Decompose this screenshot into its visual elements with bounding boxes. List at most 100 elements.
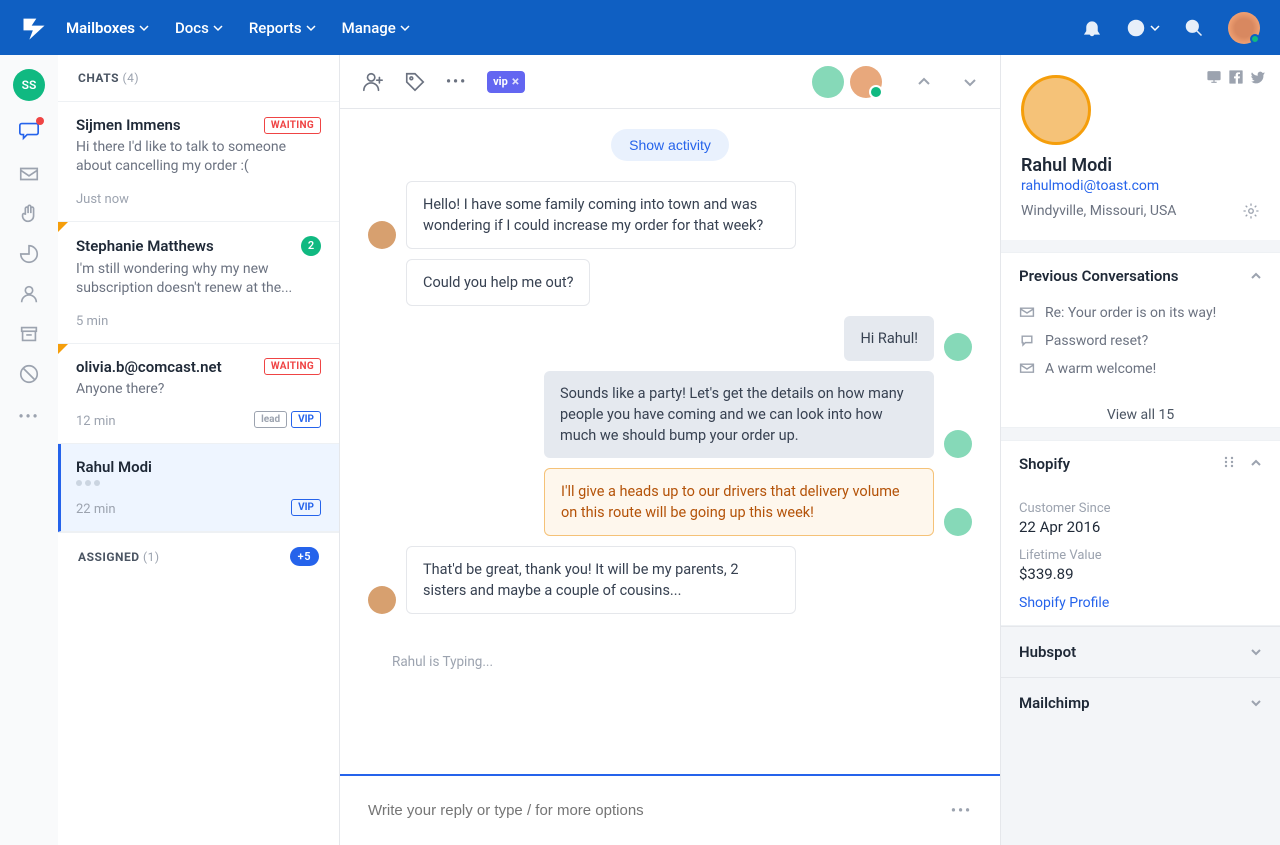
nav-item-docs[interactable]: Docs — [175, 19, 223, 37]
drag-handle-icon[interactable] — [1222, 455, 1236, 469]
chat-list-item[interactable]: olivia.b@comcast.net WAITING Anyone ther… — [58, 344, 339, 445]
hand-icon[interactable] — [18, 203, 40, 225]
chat-item-time: 12 min — [76, 414, 116, 429]
shopify-profile-link[interactable]: Shopify Profile — [1019, 595, 1262, 611]
chat-item-name: olivia.b@comcast.net — [76, 358, 222, 376]
blocked-icon[interactable] — [18, 363, 40, 385]
show-activity-button[interactable]: Show activity — [611, 129, 729, 161]
search-icon[interactable] — [1184, 18, 1204, 38]
message-bubble-agent: Sounds like a party! Let's get the detai… — [544, 371, 934, 458]
conversation-panel: ••• vip× Show activity Hello! I have som… — [340, 55, 1000, 845]
assigned-header[interactable]: ASSIGNED (1) +5 — [58, 532, 339, 580]
tag-vip: VIP — [291, 499, 321, 516]
chat-list-item[interactable]: Stephanie Matthews 2 I'm still wondering… — [58, 222, 339, 344]
mailchimp-section-header[interactable]: Mailchimp — [1001, 677, 1280, 728]
rail-more-icon[interactable]: ••• — [18, 409, 39, 425]
waiting-badge: WAITING — [264, 358, 321, 375]
prev-conversation-item[interactable]: Re: Your order is on its way! — [1019, 299, 1262, 327]
chevron-up-icon — [1250, 270, 1262, 282]
tag-lead: lead — [254, 411, 287, 428]
chevron-down-icon — [139, 23, 149, 33]
workspace-avatar[interactable]: SS — [13, 69, 45, 101]
reply-input[interactable] — [368, 802, 951, 819]
chat-list-item[interactable]: Rahul Modi 22 min VIP — [58, 444, 339, 532]
message-row: Could you help me out? — [368, 259, 972, 306]
nav-item-manage[interactable]: Manage — [342, 19, 410, 37]
prev-conversation-item[interactable]: Password reset? — [1019, 327, 1262, 355]
shopify-header[interactable]: Shopify — [1001, 441, 1280, 487]
assigned-more-badge[interactable]: +5 — [290, 547, 319, 566]
chat-item-time: Just now — [76, 192, 129, 207]
participant-avatar[interactable] — [812, 66, 844, 98]
chat-preview: I'm still wondering why my new subscript… — [76, 260, 321, 298]
customer-since-label: Customer Since — [1019, 501, 1262, 516]
message-bubble-customer: Hello! I have some family coming into to… — [406, 181, 796, 249]
customer-since-value: 22 Apr 2016 — [1019, 518, 1262, 536]
customer-profile-card: Rahul Modi rahulmodi@toast.com Windyvill… — [1001, 55, 1280, 240]
facebook-icon[interactable] — [1228, 69, 1244, 85]
customer-location: Windyville, Missouri, USA — [1021, 203, 1176, 219]
lifetime-value-label: Lifetime Value — [1019, 548, 1262, 563]
agent-avatar-icon — [944, 430, 972, 458]
hubspot-section-header[interactable]: Hubspot — [1001, 626, 1280, 677]
participant-avatar[interactable] — [850, 66, 882, 98]
chat-list-item[interactable]: Sijmen Immens WAITING Hi there I'd like … — [58, 102, 339, 222]
prev-conversation-arrow[interactable] — [916, 74, 932, 90]
inbox-icon[interactable] — [18, 163, 40, 185]
previous-conversations-section: Previous Conversations Re: Your order is… — [1001, 252, 1280, 428]
customer-sidebar: Rahul Modi rahulmodi@toast.com Windyvill… — [1000, 55, 1280, 845]
twitter-icon[interactable] — [1250, 69, 1266, 85]
nav-item-reports[interactable]: Reports — [249, 19, 316, 37]
agent-avatar-icon — [944, 333, 972, 361]
message-bubble-customer: That'd be great, thank you! It will be m… — [406, 546, 796, 614]
vip-tag-chip[interactable]: vip× — [487, 71, 525, 93]
reply-more-icon[interactable]: ••• — [951, 803, 972, 819]
help-menu[interactable] — [1126, 18, 1160, 38]
notifications-icon[interactable] — [1082, 18, 1102, 38]
chat-item-time: 5 min — [76, 314, 108, 329]
previous-conversations-header[interactable]: Previous Conversations — [1001, 253, 1280, 299]
gear-icon[interactable] — [1242, 202, 1260, 220]
message-row: That'd be great, thank you! It will be m… — [368, 546, 972, 614]
agent-avatar-icon — [944, 508, 972, 536]
desktop-icon[interactable] — [1206, 69, 1222, 85]
next-conversation-arrow[interactable] — [962, 74, 978, 90]
chevron-down-icon — [400, 23, 410, 33]
top-navigation: Mailboxes Docs Reports Manage — [0, 0, 1280, 55]
customer-avatar — [1021, 75, 1091, 145]
logo-icon — [20, 14, 48, 42]
assign-icon[interactable] — [362, 71, 384, 93]
archive-icon[interactable] — [18, 323, 40, 345]
reports-icon[interactable] — [18, 243, 40, 265]
nav-item-mailboxes[interactable]: Mailboxes — [66, 19, 149, 37]
current-user-avatar[interactable] — [1228, 12, 1260, 44]
lifebuoy-icon — [1126, 18, 1146, 38]
tag-icon[interactable] — [404, 71, 426, 93]
chevron-up-icon — [1250, 457, 1262, 469]
left-rail: SS ••• — [0, 55, 58, 845]
message-bubble-agent: Hi Rahul! — [844, 316, 934, 361]
lifetime-value-value: $339.89 — [1019, 565, 1262, 583]
chevron-down-icon — [1250, 646, 1262, 658]
chat-item-name: Sijmen Immens — [76, 116, 181, 134]
rail-chat[interactable] — [18, 119, 40, 145]
chat-icon — [1019, 333, 1035, 349]
mail-icon — [1019, 361, 1035, 377]
remove-tag-icon[interactable]: × — [512, 74, 519, 90]
chat-item-time: 22 min — [76, 502, 116, 517]
message-bubble-note: I'll give a heads up to our drivers that… — [544, 468, 934, 536]
chat-preview: Anyone there? — [76, 380, 321, 399]
conversation-body: Show activity Hello! I have some family … — [340, 109, 1000, 774]
prev-conversation-item[interactable]: A warm welcome! — [1019, 355, 1262, 383]
typing-dots-icon — [76, 480, 321, 486]
people-icon[interactable] — [18, 283, 40, 305]
chat-item-name: Rahul Modi — [76, 458, 152, 476]
online-check-icon — [869, 85, 883, 99]
toolbar-more-icon[interactable]: ••• — [446, 74, 467, 90]
waiting-badge: WAITING — [264, 117, 321, 134]
reply-composer[interactable]: ••• — [340, 774, 1000, 845]
view-all-link[interactable]: View all 15 — [1001, 397, 1280, 427]
message-row: Hello! I have some family coming into to… — [368, 181, 972, 249]
customer-email[interactable]: rahulmodi@toast.com — [1021, 178, 1260, 194]
shopify-section: Shopify Customer Since 22 Apr 2016 Lifet… — [1001, 440, 1280, 626]
